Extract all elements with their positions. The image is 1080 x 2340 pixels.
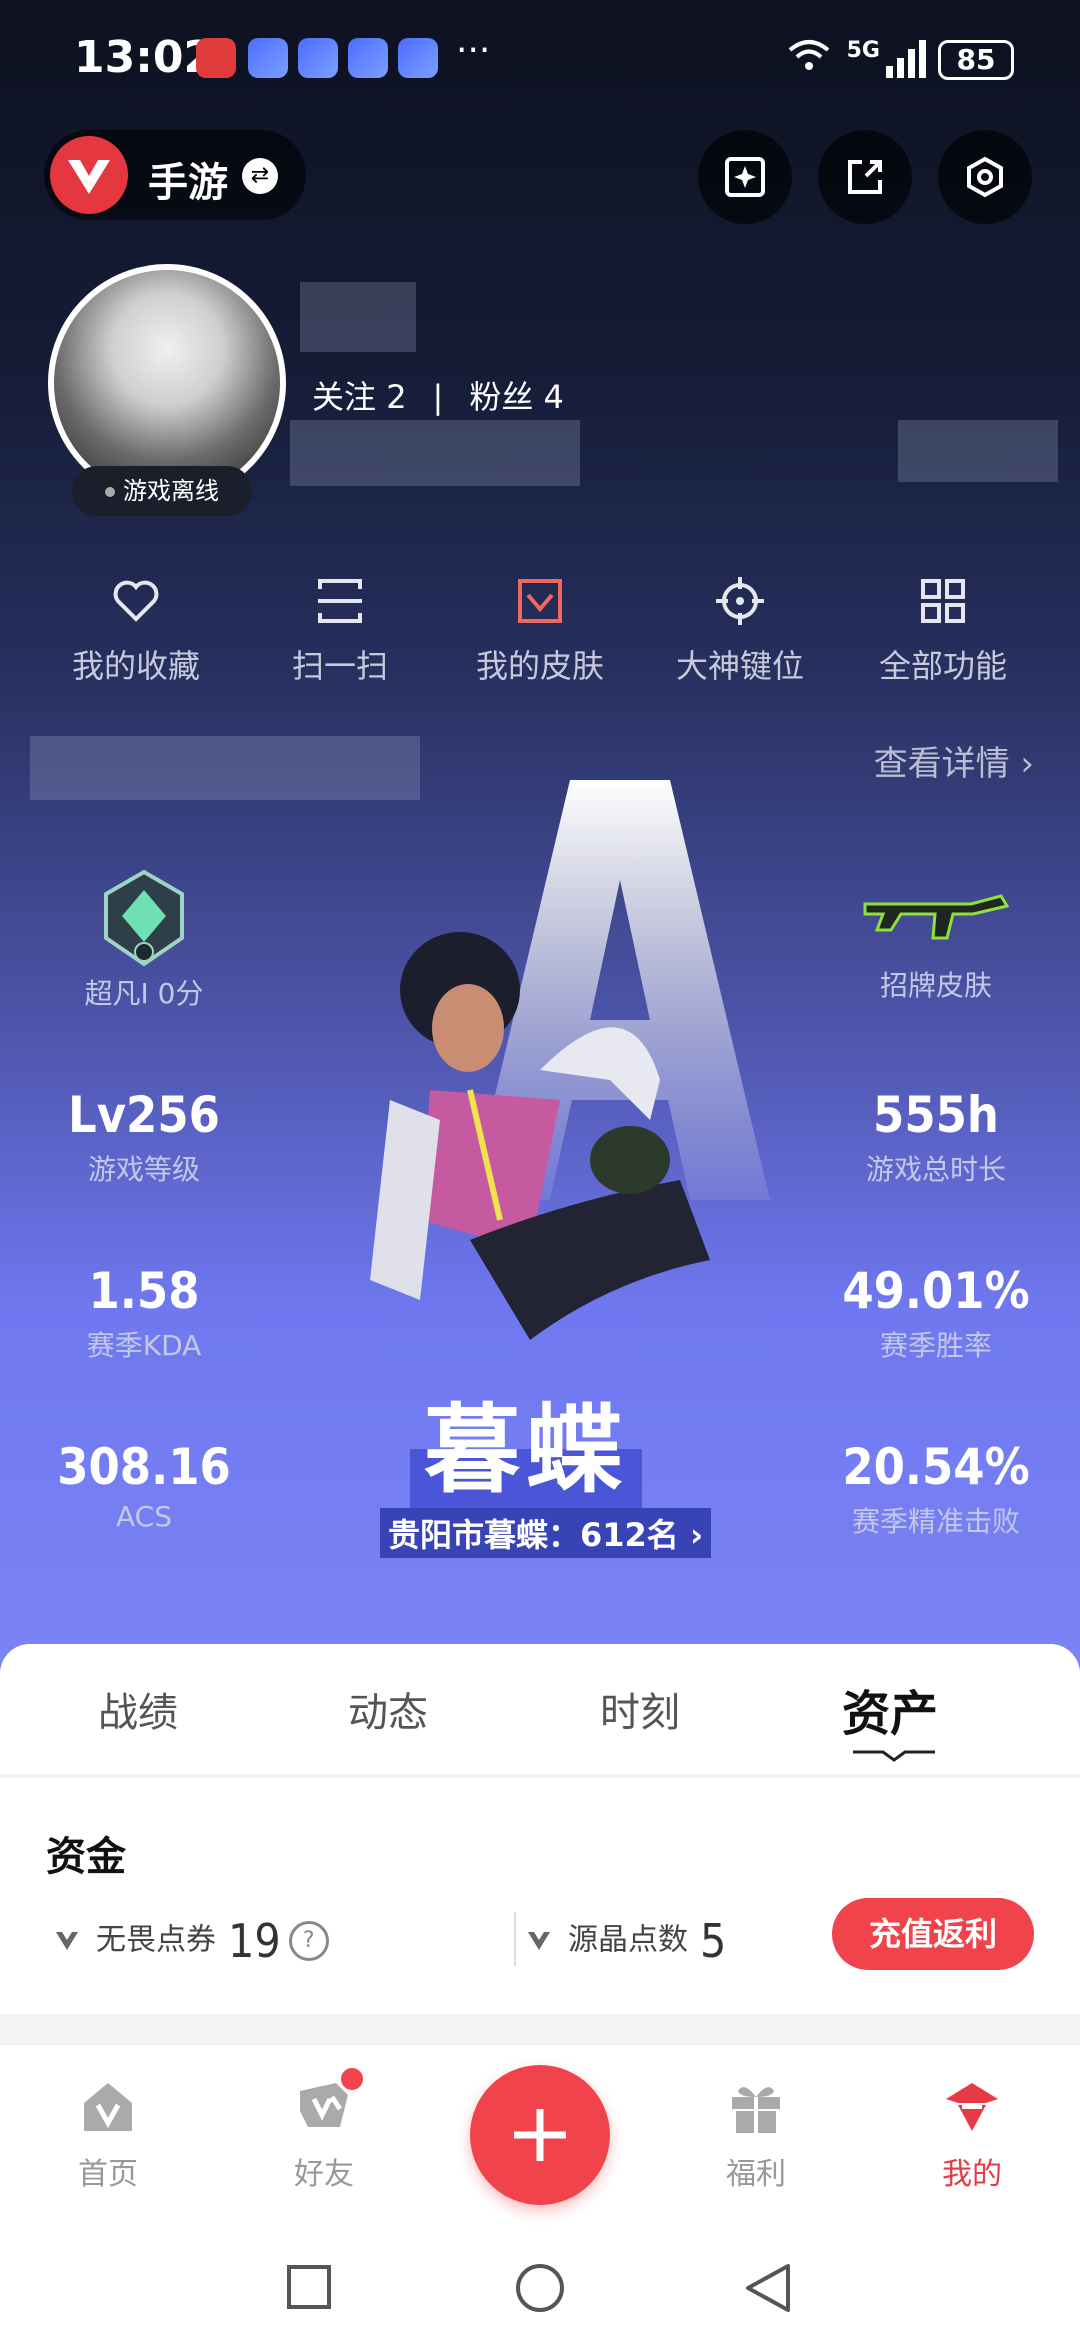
view-details-link[interactable]: 查看详情 › (874, 736, 1034, 785)
recent-apps-icon[interactable] (286, 2264, 332, 2310)
total-hours-stat: 555h 游戏总时长 (865, 1086, 1006, 1186)
share-icon (848, 160, 882, 194)
pro-keybind-button[interactable]: 大神键位 (640, 575, 840, 687)
online-status-badge: 游戏离线 (72, 466, 252, 516)
crystal-currency-icon (528, 1932, 550, 1950)
followers-link[interactable]: 粉丝 4 (469, 378, 564, 416)
creator-card-button[interactable] (698, 130, 792, 224)
vp-currency-icon (56, 1932, 78, 1950)
notification-app-icon (398, 38, 438, 78)
status-bar: 13:02 ··· 5G 85 (0, 0, 1080, 110)
active-tab-indicator (853, 1750, 935, 1762)
top-bar: 手游 ⇄ (44, 130, 1044, 224)
funds-section: 资金 无畏点券 19? 源晶点数 5 充值返利 (0, 1778, 1080, 2014)
redacted-username (300, 282, 416, 352)
scan-button[interactable]: 扫一扫 (240, 575, 440, 687)
my-skins-button[interactable]: 我的皮肤 (440, 575, 640, 687)
status-time: 13:02 (74, 32, 215, 83)
chevron-right-icon: › (689, 1516, 704, 1554)
game-level-stat: Lv256 游戏等级 (68, 1086, 220, 1186)
share-button[interactable] (818, 130, 912, 224)
redacted-info (898, 420, 1058, 482)
tab-feed[interactable]: 动态 (348, 1680, 428, 1738)
game-logo-icon (50, 136, 128, 214)
back-triangle-icon[interactable] (744, 2262, 792, 2314)
settings-button[interactable] (938, 130, 1032, 224)
video-app-icon (196, 38, 236, 78)
wifi-icon (788, 40, 830, 70)
skin-icon (518, 579, 562, 623)
follow-stats: 关注 2 | 粉丝 4 (312, 378, 564, 416)
battery-indicator: 85 (938, 40, 1014, 80)
status-dot-icon (105, 487, 115, 497)
home-circle-icon[interactable] (514, 2262, 566, 2314)
help-icon[interactable]: ? (288, 1921, 329, 1961)
crystal-points-row[interactable]: 源晶点数 5 (526, 1914, 726, 1968)
signal-icon (886, 40, 926, 78)
swap-icon: ⇄ (242, 158, 278, 194)
sparkle-card-icon (725, 157, 765, 197)
create-post-button[interactable] (470, 2065, 610, 2205)
agent-city-rank-link[interactable]: 贵阳市暮蝶：612名 › (380, 1508, 712, 1558)
grid-icon (921, 579, 965, 623)
acs-stat: 308.16 ACS (57, 1438, 231, 1533)
quick-actions: 我的收藏 扫一扫 我的皮肤 大神键位 全部功能 (0, 575, 1080, 695)
notification-badge (338, 2065, 366, 2093)
tab-assets[interactable]: 资产 (842, 1674, 938, 1744)
network-type-label: 5G (846, 38, 880, 63)
tab-records[interactable]: 战绩 (98, 1680, 178, 1738)
notification-app-icon (248, 38, 288, 78)
nav-welfare[interactable]: 福利 (676, 2075, 836, 2193)
game-title: 手游 (148, 160, 228, 206)
agent-name: 暮蝶 (410, 1368, 642, 1515)
tab-moments[interactable]: 时刻 (600, 1680, 680, 1738)
bottom-nav: 首页 好友 福利 我的 (0, 2044, 1080, 2235)
divider (514, 1912, 516, 1966)
settings-hex-icon (967, 156, 1003, 198)
profile-agent-icon (946, 2083, 998, 2131)
season-winrate-stat: 49.01% 赛季胜率 (842, 1262, 1030, 1362)
all-features-button[interactable]: 全部功能 (843, 575, 1043, 687)
game-switcher[interactable]: 手游 ⇄ (44, 130, 306, 220)
favorites-button[interactable]: 我的收藏 (36, 575, 236, 687)
nav-friends[interactable]: 好友 (244, 2065, 404, 2193)
funds-title: 资金 (46, 1834, 126, 1880)
redacted-info (290, 420, 580, 486)
rifle-skin-icon (863, 894, 1010, 940)
notification-app-icon (298, 38, 338, 78)
gift-icon (732, 2087, 780, 2133)
crosshair-icon (716, 577, 764, 625)
tab-bar: 战绩 动态 时刻 资产 (0, 1644, 1080, 1774)
signature-skin-stat[interactable]: 招牌皮肤 (816, 880, 1056, 1004)
season-kda-stat: 1.58 赛季KDA (86, 1262, 202, 1362)
profile-hero: 13:02 ··· 5G 85 手游 ⇄ 游戏离线 关注 2 | 粉丝 4 我的… (0, 0, 1080, 1680)
agent-portrait (370, 932, 710, 1340)
recharge-rebate-button[interactable]: 充值返利 (832, 1898, 1034, 1970)
nav-me[interactable]: 我的 (892, 2075, 1052, 2193)
following-link[interactable]: 关注 2 (312, 378, 407, 416)
redacted-account-id (30, 736, 420, 800)
vp-points-row[interactable]: 无畏点券 19? (54, 1914, 329, 1968)
online-status-label: 游戏离线 (123, 477, 219, 505)
nav-home[interactable]: 首页 (28, 2075, 188, 2193)
system-nav-bar (0, 2234, 1080, 2340)
home-icon (84, 2083, 132, 2131)
notification-app-icon (348, 38, 388, 78)
plus-icon (514, 2109, 566, 2161)
more-notifications-icon: ··· (456, 30, 491, 71)
headshot-rate-stat: 20.54% 赛季精准击败 (842, 1438, 1030, 1538)
rank-stat[interactable]: 超凡I 0分 (24, 868, 264, 1012)
chevron-right-icon: › (1020, 744, 1034, 784)
rank-badge-icon (104, 869, 184, 967)
heart-icon (113, 580, 159, 622)
scan-icon (318, 579, 362, 623)
